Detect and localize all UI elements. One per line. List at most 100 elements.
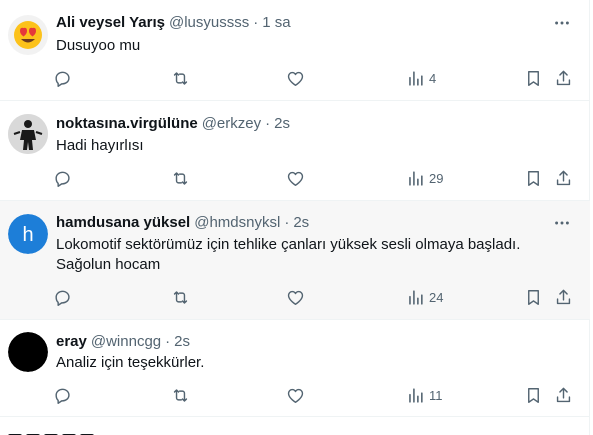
letter-avatar-icon: h bbox=[8, 214, 48, 254]
separator-dot: · bbox=[165, 333, 171, 350]
reply-button[interactable] bbox=[53, 378, 72, 412]
reply-header: Ali veysel Yarış @lusyussss · 1 sa bbox=[56, 13, 291, 33]
views-button[interactable]: 11 bbox=[406, 378, 443, 412]
views-count: 29 bbox=[429, 170, 444, 186]
share-button[interactable] bbox=[554, 280, 573, 314]
bookmark-icon bbox=[528, 70, 539, 86]
bookmark-button[interactable] bbox=[524, 61, 543, 95]
author-name[interactable]: eray bbox=[56, 332, 87, 352]
views-chart-icon bbox=[409, 387, 423, 403]
share-button[interactable] bbox=[554, 378, 573, 412]
repost-icon bbox=[173, 71, 188, 85]
bookmark-icon bbox=[528, 170, 539, 186]
views-chart-icon bbox=[409, 70, 423, 86]
repost-icon bbox=[173, 171, 188, 185]
reply-button[interactable] bbox=[53, 61, 72, 95]
more-icon bbox=[555, 21, 569, 25]
like-button[interactable] bbox=[286, 161, 305, 195]
timestamp[interactable]: 2s bbox=[293, 213, 309, 233]
replies-feed: Ali veysel Yarış @lusyussss · 1 sa Dusuy… bbox=[0, 0, 590, 435]
author-handle[interactable]: @hmdsnyksl bbox=[194, 213, 280, 233]
share-icon bbox=[556, 170, 571, 185]
reply-item[interactable]: Ali veysel Yarış @lusyussss · 1 sa Dusuy… bbox=[0, 0, 590, 101]
repost-icon bbox=[173, 388, 188, 402]
timestamp[interactable]: 1 sa bbox=[262, 13, 290, 33]
separator-dot: · bbox=[284, 214, 290, 231]
action-bar: 24 bbox=[46, 280, 586, 314]
bookmark-icon bbox=[528, 289, 539, 305]
share-icon bbox=[556, 289, 571, 304]
share-button[interactable] bbox=[554, 161, 573, 195]
repost-button[interactable] bbox=[171, 378, 190, 412]
more-options-button[interactable] bbox=[552, 13, 572, 33]
like-button[interactable] bbox=[286, 378, 305, 412]
dark-avatar-icon bbox=[8, 332, 48, 372]
views-button[interactable]: 4 bbox=[406, 61, 436, 95]
views-count: 4 bbox=[429, 70, 437, 86]
runner-photo-icon bbox=[8, 114, 48, 154]
views-count: 11 bbox=[429, 387, 443, 403]
views-button[interactable]: 29 bbox=[406, 161, 443, 195]
bookmark-icon bbox=[528, 387, 539, 403]
author-handle[interactable]: @lusyussss bbox=[169, 13, 249, 33]
views-chart-icon bbox=[409, 170, 423, 186]
reply-icon bbox=[55, 171, 70, 187]
reply-header: hamdusana yüksel @hmdsnyksl · 2s bbox=[56, 213, 309, 233]
repost-button[interactable] bbox=[171, 161, 190, 195]
share-button[interactable] bbox=[554, 61, 573, 95]
repost-button[interactable] bbox=[171, 280, 190, 314]
reply-text: Analiz için teşekkürler. bbox=[56, 354, 205, 371]
like-button[interactable] bbox=[286, 280, 305, 314]
reply-item[interactable]: h hamdusana yüksel @hmdsnyksl · 2s Lokom… bbox=[0, 201, 590, 320]
views-chart-icon bbox=[409, 289, 423, 305]
author-handle[interactable]: @winncgg bbox=[91, 332, 161, 352]
bookmark-button[interactable] bbox=[524, 161, 543, 195]
reply-item[interactable]: eray @winncgg · 2s Analiz için teşekkürl… bbox=[0, 320, 590, 417]
avatar[interactable] bbox=[8, 332, 48, 372]
views-button[interactable]: 24 bbox=[406, 280, 443, 314]
heart-icon bbox=[287, 388, 304, 403]
reply-button[interactable] bbox=[53, 161, 72, 195]
reply-header: noktasına.virgülüne @erkzey · 2s bbox=[56, 114, 290, 134]
action-bar: 4 bbox=[46, 61, 586, 95]
heart-icon bbox=[287, 171, 304, 186]
avatar[interactable] bbox=[8, 15, 48, 55]
separator-dot: · bbox=[265, 115, 271, 132]
share-icon bbox=[556, 387, 571, 402]
action-bar: 29 bbox=[46, 161, 586, 195]
avatar[interactable]: h bbox=[8, 214, 48, 254]
reply-text: Dusuyoo mu bbox=[56, 37, 141, 54]
reply-icon bbox=[55, 71, 70, 87]
repost-button[interactable] bbox=[171, 61, 190, 95]
reply-text: Lokomotif sektörümüz için tehlike çanlar… bbox=[56, 236, 521, 273]
reply-text: Hadi hayırlısı bbox=[56, 137, 144, 154]
avatar[interactable] bbox=[8, 114, 48, 154]
action-bar: 11 bbox=[46, 378, 586, 412]
reply-icon bbox=[55, 290, 70, 306]
heart-icon bbox=[287, 290, 304, 305]
more-options-button[interactable] bbox=[552, 213, 572, 233]
reply-icon bbox=[55, 388, 70, 404]
heart-eyes-emoji-icon bbox=[14, 21, 42, 49]
avatar-letter: h bbox=[22, 224, 33, 246]
share-icon bbox=[556, 70, 571, 85]
bookmark-button[interactable] bbox=[524, 378, 543, 412]
author-name[interactable]: hamdusana yüksel bbox=[56, 213, 190, 233]
reply-button[interactable] bbox=[53, 280, 72, 314]
heart-icon bbox=[287, 71, 304, 86]
like-button[interactable] bbox=[286, 61, 305, 95]
separator-dot: · bbox=[253, 14, 259, 31]
next-reply-fragment bbox=[8, 428, 118, 435]
timestamp[interactable]: 2s bbox=[274, 114, 290, 134]
avatar-circle bbox=[8, 332, 48, 372]
repost-icon bbox=[173, 290, 188, 304]
author-name[interactable]: Ali veysel Yarış bbox=[56, 13, 165, 33]
reply-item[interactable]: noktasına.virgülüne @erkzey · 2s Hadi ha… bbox=[0, 101, 590, 201]
views-count: 24 bbox=[429, 289, 444, 305]
timestamp[interactable]: 2s bbox=[174, 332, 190, 352]
more-icon bbox=[555, 221, 569, 225]
author-handle[interactable]: @erkzey bbox=[202, 114, 261, 134]
reply-header: eray @winncgg · 2s bbox=[56, 332, 190, 352]
bookmark-button[interactable] bbox=[524, 280, 543, 314]
author-name[interactable]: noktasına.virgülüne bbox=[56, 114, 198, 134]
